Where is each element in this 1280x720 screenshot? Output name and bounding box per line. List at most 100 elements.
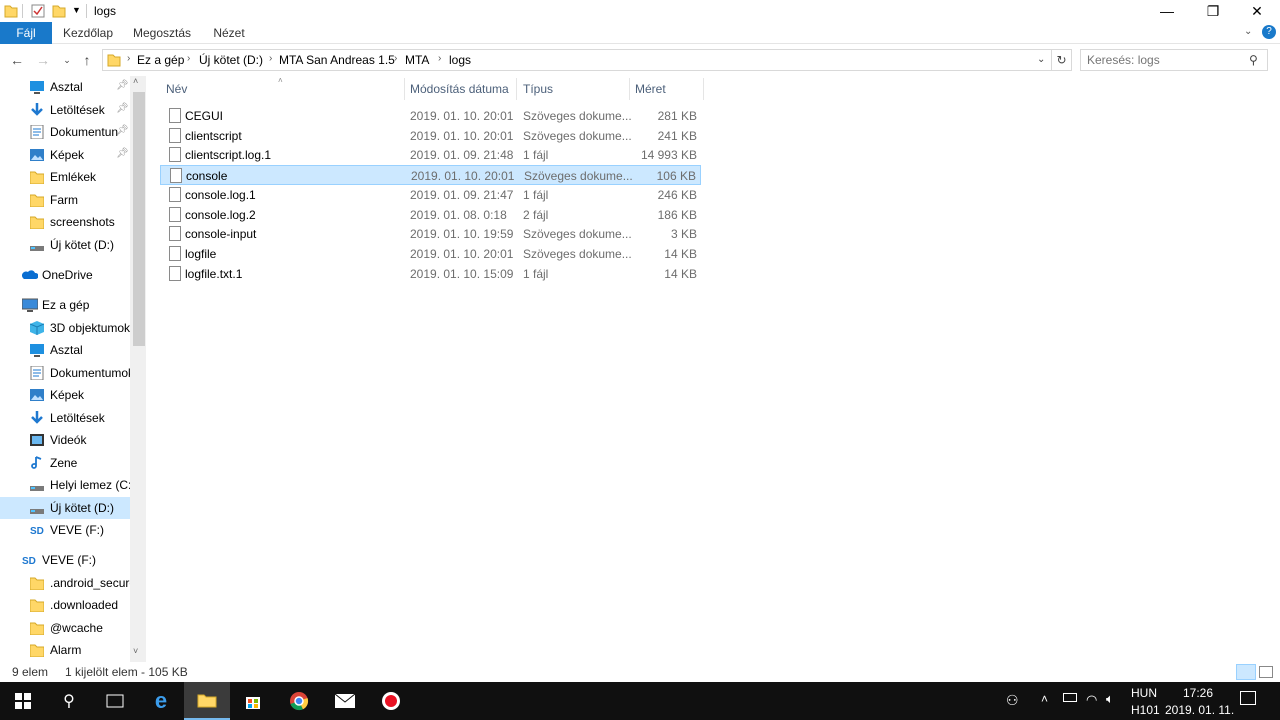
file-row[interactable]: clientscript 2019. 01. 10. 20:01 Szöveges … (160, 126, 701, 146)
nav-item[interactable]: Új kötet (D:) (0, 497, 130, 519)
nav-scroll-thumb[interactable] (133, 92, 145, 346)
search-icon[interactable]: ⚲ (1249, 53, 1258, 67)
breadcrumb-separator-icon[interactable]: › (394, 53, 397, 64)
file-row[interactable]: console.log.1 2019. 01. 09. 21:47 1 fájl 24… (160, 185, 701, 205)
scroll-up-icon[interactable]: ˄ (133, 76, 138, 86)
file-name[interactable]: console.log.2 (185, 208, 256, 222)
show-hidden-icons-icon[interactable]: ˄ (1041, 692, 1048, 706)
file-row[interactable]: console-input 2019. 01. 10. 19:59 Szöveges… (160, 224, 701, 244)
breadcrumb-separator-icon[interactable]: › (438, 53, 441, 64)
search-box[interactable]: ⚲ (1080, 49, 1268, 71)
breadcrumb-drive-d[interactable]: Új kötet (D:) (199, 53, 263, 67)
column-header-date[interactable]: Módosítás dátuma (410, 82, 509, 96)
forward-icon[interactable]: → (34, 52, 52, 68)
nav-item[interactable]: OneDrive (0, 264, 130, 286)
nav-item[interactable]: Képek 📌︎ (0, 144, 130, 166)
nav-item[interactable]: .android_secure (0, 572, 136, 594)
breadcrumb-this-pc[interactable]: Ez a gép (137, 53, 184, 67)
search-input[interactable] (1087, 53, 1237, 67)
details-view-icon[interactable] (1236, 664, 1256, 680)
nav-item[interactable]: SD VEVE (F:) (0, 549, 130, 571)
action-center-icon[interactable] (1240, 691, 1256, 705)
file-name[interactable]: clientscript (185, 129, 242, 143)
start-button[interactable] (0, 682, 46, 720)
nav-item[interactable]: Ez a gép (0, 294, 130, 316)
nav-item[interactable]: Új kötet (D:) (0, 234, 130, 256)
help-icon[interactable]: ? (1262, 25, 1276, 39)
file-row[interactable]: logfile 2019. 01. 10. 20:01 Szöveges dokum… (160, 244, 701, 264)
column-separator[interactable] (629, 78, 630, 100)
tab-share[interactable]: Megosztás (128, 22, 196, 44)
refresh-icon[interactable]: ↻ (1052, 49, 1072, 71)
task-view-icon[interactable] (92, 682, 138, 720)
nav-item[interactable]: Videók (0, 429, 130, 451)
file-name[interactable]: console (186, 169, 227, 183)
breadcrumb-logs[interactable]: logs (449, 53, 471, 67)
back-icon[interactable]: ← (8, 52, 26, 68)
column-header-name[interactable]: Név (166, 82, 187, 96)
nav-item[interactable]: Asztal (0, 339, 130, 361)
properties-icon[interactable] (31, 3, 45, 19)
nav-item[interactable]: 3D objektumok (0, 317, 130, 339)
mail-icon[interactable] (322, 682, 368, 720)
nav-item[interactable]: Helyi lemez (C:) (0, 474, 135, 496)
column-separator[interactable] (404, 78, 405, 100)
clock-date[interactable]: 2019. 01. 11. (1165, 703, 1234, 717)
breadcrumb-separator-icon[interactable]: › (187, 53, 190, 64)
language-indicator[interactable]: HUN (1131, 686, 1157, 700)
chrome-icon[interactable] (276, 682, 322, 720)
recent-locations-icon[interactable]: ⌄ (58, 52, 76, 68)
tab-home[interactable]: Kezdőlap (58, 22, 118, 44)
tab-file[interactable]: Fájl (0, 22, 52, 44)
keyboard-layout[interactable]: H101 (1131, 703, 1160, 717)
file-explorer-icon[interactable] (184, 682, 230, 720)
record-app-icon[interactable] (368, 682, 414, 720)
nav-item[interactable]: .downloaded (0, 594, 130, 616)
scroll-down-icon[interactable]: ˅ (133, 646, 138, 656)
people-icon[interactable]: ⚇ (1006, 692, 1019, 709)
volume-icon[interactable]: 🔈︎ (1106, 691, 1114, 707)
file-name[interactable]: logfile.txt.1 (185, 267, 242, 281)
large-icons-view-icon[interactable] (1259, 666, 1273, 678)
quick-access-dropdown-icon[interactable]: ▼ (72, 5, 81, 15)
address-bar[interactable]: › Ez a gép › Új kötet (D:) › MTA San And… (102, 49, 1052, 71)
nav-item[interactable]: Letöltések (0, 407, 130, 429)
clock-time[interactable]: 17:26 (1183, 686, 1213, 700)
breadcrumb-separator-icon[interactable]: › (269, 53, 272, 64)
edge-icon[interactable]: e (138, 682, 184, 720)
file-row[interactable]: logfile.txt.1 2019. 01. 10. 15:09 1 fájl 14… (160, 264, 701, 284)
file-row[interactable]: console.log.2 2019. 01. 08. 0:18 2 fájl 186… (160, 205, 701, 225)
nav-item[interactable]: Dokumentun 📌︎ (0, 121, 130, 143)
search-icon[interactable]: ⚲ (46, 682, 92, 720)
wifi-icon[interactable]: ◠ (1086, 692, 1097, 708)
up-icon[interactable]: ↑ (78, 52, 96, 68)
file-name[interactable]: console-input (185, 227, 256, 241)
nav-item[interactable]: Zene (0, 452, 130, 474)
nav-item[interactable]: Letöltések 📌︎ (0, 99, 130, 121)
column-header-size[interactable]: Méret (635, 82, 666, 96)
minimize-button[interactable]: — (1144, 0, 1190, 22)
file-name[interactable]: console.log.1 (185, 188, 256, 202)
nav-item[interactable]: SD VEVE (F:) (0, 519, 130, 541)
breadcrumb-separator-icon[interactable]: › (127, 53, 130, 64)
address-dropdown-icon[interactable]: ⌄ (1037, 54, 1045, 65)
store-icon[interactable] (230, 682, 276, 720)
nav-item[interactable]: Emlékek (0, 166, 130, 188)
nav-item[interactable]: Dokumentumok (0, 362, 134, 384)
file-name[interactable]: clientscript.log.1 (185, 148, 271, 162)
file-row[interactable]: CEGUI 2019. 01. 10. 20:01 Szöveges dokume.… (160, 106, 701, 126)
battery-icon[interactable] (1063, 693, 1077, 702)
new-folder-icon[interactable] (52, 3, 66, 19)
file-row[interactable]: console 2019. 01. 10. 20:01 Szöveges dokum… (160, 165, 701, 186)
breadcrumb-mta[interactable]: MTA (405, 53, 429, 67)
nav-item[interactable]: @wcache (0, 617, 130, 639)
nav-item[interactable]: Farm (0, 189, 130, 211)
expand-ribbon-icon[interactable]: ⌄ (1244, 26, 1252, 37)
file-row[interactable]: clientscript.log.1 2019. 01. 09. 21:48 1 f… (160, 145, 701, 165)
tab-view[interactable]: Nézet (208, 22, 250, 44)
column-separator[interactable] (516, 78, 517, 100)
nav-item[interactable]: screenshots (0, 211, 130, 233)
restore-button[interactable]: ❐ (1190, 0, 1236, 22)
breadcrumb-mta-san-andreas[interactable]: MTA San Andreas 1.5 (279, 53, 395, 67)
nav-item[interactable]: Asztal 📌︎ (0, 76, 130, 98)
